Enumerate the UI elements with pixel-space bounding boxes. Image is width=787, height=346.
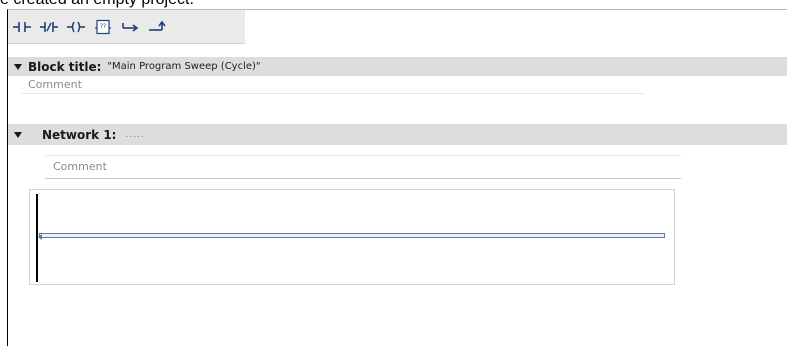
block-comment-field[interactable]: Comment <box>22 76 644 94</box>
open-branch-icon <box>122 22 139 32</box>
block-title-bar[interactable]: Block title: "Main Program Sweep (Cycle)… <box>8 57 787 76</box>
normally-closed-contact-icon <box>40 21 58 32</box>
normally-open-contact-icon <box>13 21 31 32</box>
network-header[interactable]: Network 1: ..... <box>8 124 787 145</box>
ladder-toolbar: ?? <box>8 10 245 44</box>
empty-rung[interactable] <box>39 233 665 238</box>
open-branch-button[interactable] <box>118 16 142 38</box>
network-comment-field[interactable]: Comment <box>45 155 681 179</box>
empty-box-button[interactable]: ?? <box>91 16 115 38</box>
normally-closed-contact-button[interactable] <box>37 16 61 38</box>
ladder-editor: ?? Block title: "Main Program Sweep (Cyc… <box>7 9 787 346</box>
ladder-network-area[interactable] <box>29 189 675 285</box>
page-caption: e created an empty project. <box>0 0 194 9</box>
collapse-triangle-icon[interactable] <box>14 131 22 138</box>
empty-box-text: ?? <box>100 23 106 30</box>
close-branch-button[interactable] <box>145 16 169 38</box>
normally-open-contact-button[interactable] <box>10 16 34 38</box>
rung-start-marker <box>38 234 42 240</box>
close-branch-icon <box>149 20 166 31</box>
output-coil-icon <box>67 21 85 32</box>
block-title-value[interactable]: "Main Program Sweep (Cycle)" <box>107 61 260 72</box>
collapse-triangle-icon[interactable] <box>14 63 22 70</box>
network-title-value[interactable]: ..... <box>125 130 144 140</box>
empty-box-icon: ?? <box>95 19 111 34</box>
block-title-label: Block title: <box>28 59 102 74</box>
output-coil-button[interactable] <box>64 16 88 38</box>
network-label: Network 1: <box>42 127 117 142</box>
